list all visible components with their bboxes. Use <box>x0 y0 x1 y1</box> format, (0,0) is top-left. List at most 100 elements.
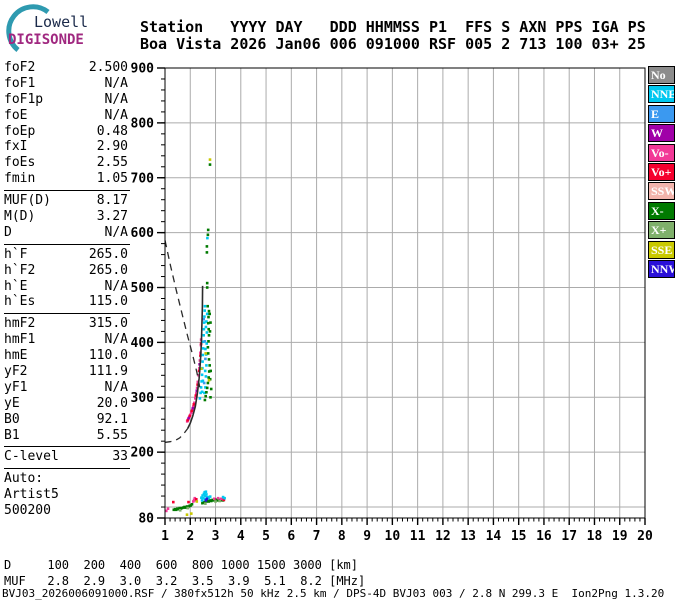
echo-dot <box>206 282 209 285</box>
echo-dot <box>207 346 210 349</box>
echo-dot <box>209 321 212 324</box>
dmuf-table: D 100 200 400 600 800 1000 1500 3000 [km… <box>4 557 365 589</box>
x-axis-tick-label: 16 <box>536 529 552 544</box>
echo-dot <box>206 313 209 316</box>
echo-dot <box>206 245 209 248</box>
echo-dot <box>199 397 202 400</box>
legend-item-e: E <box>648 105 675 123</box>
y-axis-tick-label: 500 <box>131 281 155 296</box>
echo-dot <box>204 348 207 351</box>
echo-dot <box>207 352 210 355</box>
y-axis-tick-label: 800 <box>131 116 155 131</box>
echo-dot <box>192 407 195 410</box>
echo-dot <box>204 305 207 308</box>
echo-dot <box>172 501 175 504</box>
echo-dot <box>205 326 208 329</box>
echo-dot <box>206 331 209 334</box>
echo-dot <box>205 391 208 394</box>
x-axis-tick-label: 20 <box>637 529 653 544</box>
echo-dot <box>179 509 182 512</box>
x-axis-tick-label: 5 <box>262 529 270 544</box>
file-info-line: BVJ03_2026006091000.RSF / 380fx512h 50 k… <box>2 588 664 600</box>
x-axis-tick-label: 9 <box>363 529 371 544</box>
x-axis-tick-label: 11 <box>410 529 426 544</box>
echo-dot <box>207 234 210 237</box>
echo-dot <box>204 370 207 373</box>
x-axis-tick-label: 19 <box>612 529 628 544</box>
echo-dot <box>202 334 205 337</box>
echo-dot <box>204 352 207 355</box>
y-axis-tick-label: 600 <box>131 226 155 241</box>
echo-dot <box>205 375 208 378</box>
x-axis-tick-label: 18 <box>587 529 603 544</box>
echo-dot <box>209 495 212 498</box>
x-axis-tick-label: 10 <box>385 529 401 544</box>
x-axis-tick-label: 8 <box>338 529 346 544</box>
echo-dot <box>203 382 206 385</box>
echo-dot <box>207 322 210 325</box>
echo-dot <box>209 396 212 399</box>
y-axis-tick-label: 200 <box>131 446 155 461</box>
echo-dot <box>209 158 212 161</box>
x-axis-tick-label: 15 <box>511 529 527 544</box>
plot-border <box>165 68 645 518</box>
echo-dot <box>207 340 210 343</box>
echo-dot <box>186 513 189 516</box>
echo-dot <box>205 364 208 367</box>
x-axis-tick-label: 17 <box>561 529 577 544</box>
echo-dot <box>206 237 209 240</box>
echo-dot <box>204 399 207 402</box>
echo-dot <box>214 500 217 503</box>
legend-item-vo: Vo- <box>648 144 675 162</box>
x-axis-tick-label: 4 <box>237 529 245 544</box>
legend-item-w: W <box>648 124 675 142</box>
echo-dot <box>203 309 206 312</box>
legend-item-noval: No Val <box>648 66 675 84</box>
legend-item-nnw: NNW <box>648 260 675 278</box>
x-axis-tick-label: 13 <box>460 529 476 544</box>
legend-item-vo: Vo+ <box>648 163 675 181</box>
file-info-text: BVJ03_2026006091000.RSF / 380fx512h 50 k… <box>2 588 664 600</box>
echo-dot <box>209 163 212 166</box>
x-axis-tick-label: 2 <box>186 529 194 544</box>
echo-dot <box>190 512 193 515</box>
echo-dot <box>202 354 205 357</box>
echo-dot <box>202 347 205 350</box>
echo-dot <box>187 417 190 420</box>
echo-dot <box>206 305 209 308</box>
echo-dot <box>201 391 204 394</box>
echo-dot <box>186 507 189 510</box>
ionogram-plot: 9008007006005004003002008012345678910111… <box>0 0 700 600</box>
echo-dot <box>191 503 194 506</box>
echo-dot <box>209 330 212 333</box>
y-axis-tick-label: 400 <box>131 336 155 351</box>
echo-dot <box>205 490 208 493</box>
y-axis-tick-label: 700 <box>131 171 155 186</box>
profile-extension-dashed <box>166 429 188 443</box>
echo-dot <box>204 358 207 361</box>
echo-dot <box>204 395 207 398</box>
echo-dot <box>207 316 210 319</box>
echo-dot <box>208 379 211 382</box>
echo-dot <box>213 498 216 501</box>
y-axis-tick-label: 80 <box>138 512 154 527</box>
echo-dot <box>202 497 205 500</box>
y-axis-tick-label: 300 <box>131 391 155 406</box>
echo-dot <box>201 374 204 377</box>
echo-dot <box>206 387 209 390</box>
legend-item-x: X- <box>648 202 675 220</box>
x-axis-tick-label: 1 <box>161 529 169 544</box>
legend-item-ssw: SSW <box>648 182 675 200</box>
echo-dot <box>208 334 211 337</box>
x-axis-tick-label: 7 <box>313 529 321 544</box>
echo-dot <box>210 388 213 391</box>
echo-dot <box>187 501 190 504</box>
legend-item-sse: SSE <box>648 241 675 259</box>
echo-dot <box>196 500 199 503</box>
echo-dot <box>223 497 226 500</box>
echo-dot <box>203 315 206 318</box>
x-axis-tick-label: 6 <box>287 529 295 544</box>
echo-dot <box>191 410 194 413</box>
echo-dot <box>206 251 209 254</box>
echo-dot <box>204 502 207 505</box>
